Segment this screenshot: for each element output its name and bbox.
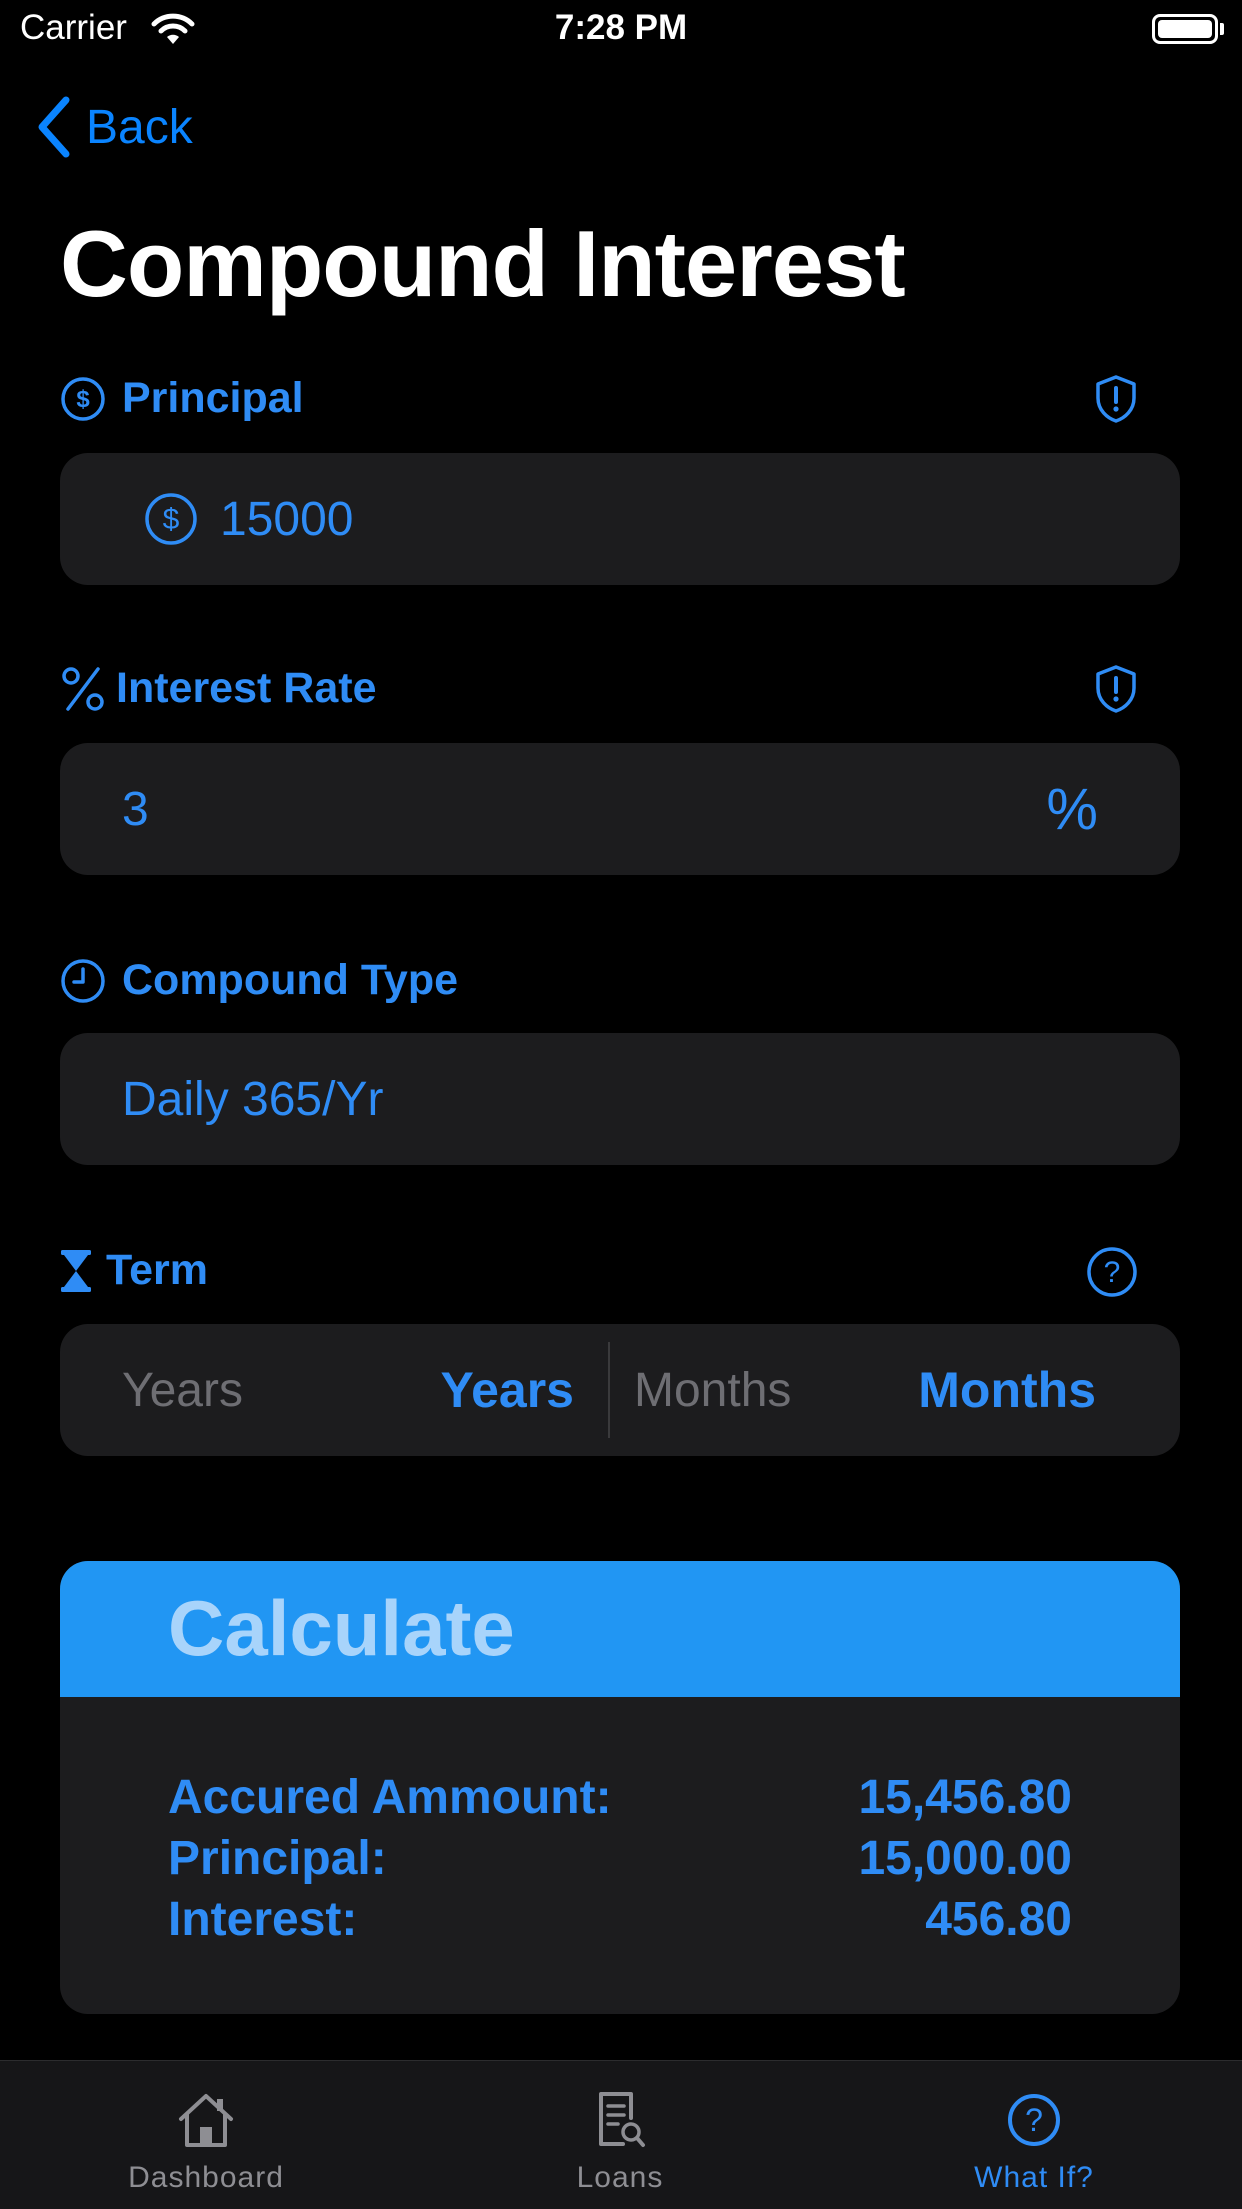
- years-placeholder: Years: [122, 1363, 243, 1417]
- back-label: Back: [86, 100, 193, 154]
- percent-suffix: %: [1046, 776, 1098, 842]
- tab-bar: Dashboard Loans ? What If?: [0, 2060, 1242, 2209]
- dollar-circle-icon: $: [60, 376, 106, 422]
- battery-icon: [1152, 14, 1218, 44]
- result-row-accrued: Accured Ammount: 15,456.80: [168, 1767, 1072, 1827]
- house-icon: [175, 2087, 237, 2153]
- result-label: Principal:: [168, 1831, 387, 1885]
- principal-value: 15000: [220, 492, 354, 546]
- tab-loans-label: Loans: [576, 2161, 664, 2194]
- term-segmented-control: Years Years Months Months: [60, 1324, 1180, 1456]
- compound-type-label-text: Compound Type: [122, 956, 459, 1004]
- question-circle-icon: ?: [1006, 2087, 1062, 2153]
- result-value: 15,456.80: [858, 1770, 1072, 1824]
- tab-dashboard[interactable]: Dashboard: [56, 2061, 356, 2209]
- clock-icon: [60, 958, 106, 1004]
- calculate-button[interactable]: Calculate: [60, 1561, 1180, 1697]
- interest-rate-input[interactable]: 3 %: [60, 743, 1180, 875]
- svg-text:$: $: [163, 503, 180, 536]
- calculate-button-label: Calculate: [168, 1584, 515, 1672]
- percent-icon: [60, 665, 106, 713]
- interest-rate-label-text: Interest Rate: [116, 664, 377, 712]
- compound-type-picker[interactable]: Daily 365/Yr: [60, 1033, 1180, 1165]
- tab-what-if[interactable]: ? What If?: [884, 2061, 1184, 2209]
- years-field[interactable]: Years Years: [60, 1324, 608, 1456]
- page-title: Compound Interest: [60, 211, 906, 316]
- svg-text:?: ?: [1104, 1256, 1121, 1289]
- document-search-icon: [593, 2087, 647, 2153]
- result-row-interest: Interest: 456.80: [168, 1889, 1072, 1949]
- shield-alert-icon[interactable]: [1094, 374, 1138, 424]
- principal-label: $ Principal: [60, 374, 304, 423]
- dollar-circle-icon: $: [144, 492, 198, 546]
- result-label: Interest:: [168, 1892, 358, 1946]
- result-value: 15,000.00: [858, 1831, 1072, 1885]
- result-label: Accured Ammount:: [168, 1770, 612, 1824]
- compound-type-label: Compound Type: [60, 956, 458, 1005]
- months-field[interactable]: Months Months: [610, 1324, 1180, 1456]
- hourglass-icon: [60, 1249, 92, 1293]
- compound-type-value: Daily 365/Yr: [122, 1072, 384, 1126]
- interest-rate-value: 3: [122, 782, 149, 836]
- interest-rate-label: Interest Rate: [60, 664, 376, 713]
- battery-cap: [1220, 23, 1224, 35]
- months-unit-label: Months: [918, 1362, 1096, 1418]
- svg-text:?: ?: [1025, 2102, 1043, 2138]
- principal-label-text: Principal: [122, 374, 304, 422]
- tab-dashboard-label: Dashboard: [128, 2161, 284, 2194]
- chevron-left-icon: [38, 96, 70, 158]
- status-bar: Carrier 7:28 PM: [0, 0, 1242, 62]
- years-unit-label: Years: [440, 1362, 574, 1418]
- principal-input[interactable]: $ 15000: [60, 453, 1180, 585]
- status-time: 7:28 PM: [554, 8, 688, 47]
- months-placeholder: Months: [634, 1363, 792, 1417]
- tab-loans[interactable]: Loans: [470, 2061, 770, 2209]
- result-value: 456.80: [925, 1892, 1072, 1946]
- back-button[interactable]: Back: [36, 94, 193, 160]
- result-row-principal: Principal: 15,000.00: [168, 1828, 1072, 1888]
- calculate-card: Calculate Accured Ammount: 15,456.80 Pri…: [60, 1561, 1180, 2014]
- shield-alert-icon[interactable]: [1094, 664, 1138, 714]
- term-label: Term: [60, 1246, 208, 1295]
- question-circle-icon[interactable]: ?: [1086, 1246, 1138, 1298]
- tab-what-if-label: What If?: [974, 2161, 1094, 2194]
- term-label-text: Term: [106, 1246, 208, 1294]
- svg-text:$: $: [76, 386, 90, 413]
